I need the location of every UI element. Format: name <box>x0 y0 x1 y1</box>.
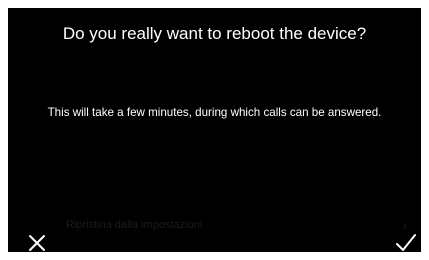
cancel-button[interactable] <box>20 226 54 252</box>
faded-background-list-item: Ripristina dalla impostazioni › <box>66 217 407 233</box>
dialog-title: Do you really want to reboot the device? <box>62 24 367 43</box>
checkmark-icon <box>396 234 416 251</box>
confirm-button[interactable] <box>389 226 421 252</box>
close-icon <box>29 235 45 251</box>
dialog-message: This will take a few minutes, during whi… <box>47 106 382 119</box>
reboot-confirmation-screen: Ripristina dalla impostazioni › Do you r… <box>8 8 421 252</box>
faded-list-item-label: Ripristina dalla impostazioni <box>66 219 203 231</box>
